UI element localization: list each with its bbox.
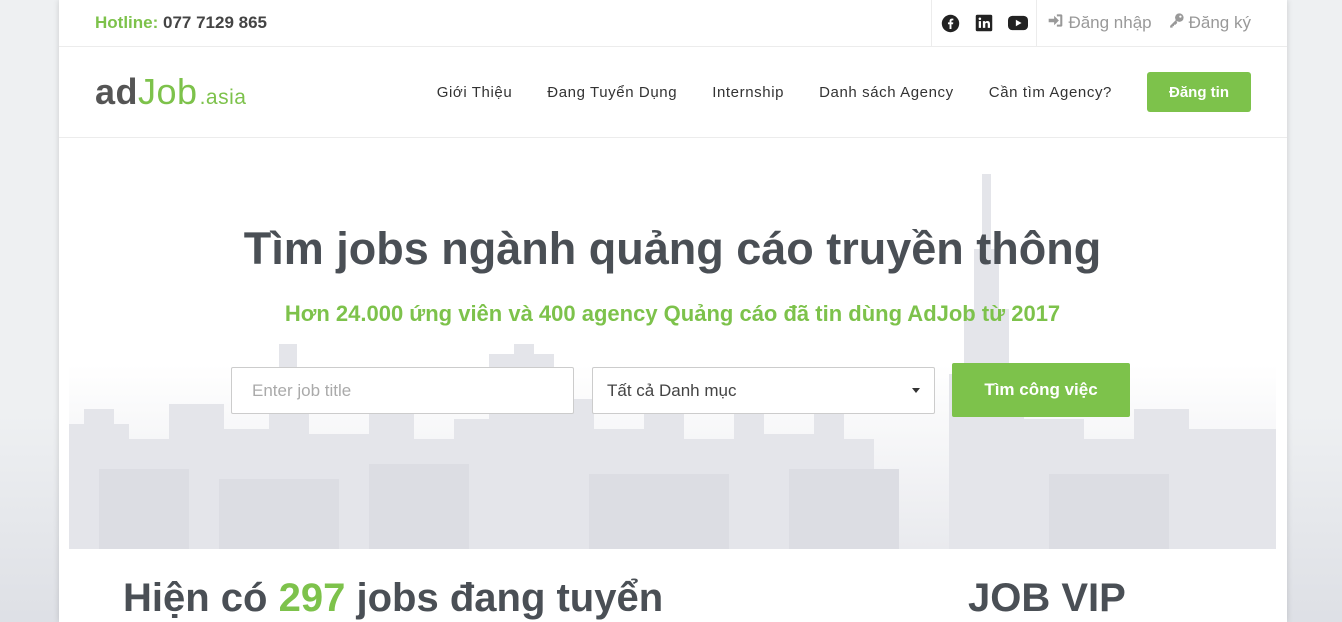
job-vip-heading: JOB VIP bbox=[968, 576, 1126, 620]
register-label: Đăng ký bbox=[1188, 13, 1251, 32]
nav-item-gioi-thieu[interactable]: Giới Thiệu bbox=[437, 84, 513, 101]
chevron-down-icon bbox=[912, 388, 920, 393]
hero-title: Tìm jobs ngành quảng cáo truyền thông bbox=[243, 223, 1102, 274]
hotline-number[interactable]: 077 7129 865 bbox=[163, 13, 267, 32]
nav-item-internship[interactable]: Internship bbox=[712, 84, 784, 101]
logo-text-asia: .asia bbox=[199, 86, 247, 109]
page-container: Hotline: 077 7129 865 Đăng nhập Đăng ký … bbox=[59, 0, 1287, 622]
register-link[interactable]: Đăng ký bbox=[1168, 12, 1251, 34]
job-title-input[interactable] bbox=[231, 367, 574, 414]
login-link[interactable]: Đăng nhập bbox=[1047, 13, 1152, 33]
post-job-button[interactable]: Đăng tin bbox=[1147, 72, 1251, 112]
logo-text-job: Job bbox=[138, 71, 198, 112]
city-skyline-image bbox=[69, 139, 1276, 549]
nav-item-danh-sach-agency[interactable]: Danh sách Agency bbox=[819, 84, 954, 101]
hotline: Hotline: 077 7129 865 bbox=[95, 13, 267, 33]
nav-item-can-tim-agency[interactable]: Cần tìm Agency? bbox=[989, 84, 1112, 101]
hero-section: Tìm jobs ngành quảng cáo truyền thông Hơ… bbox=[69, 139, 1276, 549]
main-nav-bar: ad Job .asia Giới Thiệu Đang Tuyển Dụng … bbox=[59, 47, 1287, 138]
login-label: Đăng nhập bbox=[1068, 13, 1152, 32]
top-bar: Hotline: 077 7129 865 Đăng nhập Đăng ký bbox=[59, 0, 1287, 47]
jobs-count-heading: Hiện có 297 jobs đang tuyển bbox=[123, 576, 663, 621]
jobs-heading-prefix: Hiện có bbox=[123, 576, 268, 620]
linkedin-icon[interactable] bbox=[974, 13, 994, 33]
facebook-icon[interactable] bbox=[940, 13, 960, 33]
youtube-icon[interactable] bbox=[1008, 13, 1029, 33]
main-nav: Giới Thiệu Đang Tuyển Dụng Internship Da… bbox=[402, 72, 1251, 112]
hotline-label: Hotline: bbox=[95, 13, 159, 32]
top-bar-right: Đăng nhập Đăng ký bbox=[931, 0, 1251, 46]
category-select[interactable]: Tất cả Danh mục bbox=[592, 367, 935, 414]
search-jobs-button[interactable]: Tìm công việc bbox=[952, 363, 1130, 417]
jobs-heading-suffix: jobs đang tuyển bbox=[356, 576, 664, 620]
jobs-count: 297 bbox=[278, 576, 346, 620]
site-logo[interactable]: ad Job .asia bbox=[95, 71, 246, 113]
logo-text-ad: ad bbox=[95, 71, 139, 112]
job-search-form: Tất cả Danh mục Tìm công việc bbox=[231, 363, 1130, 417]
auth-links: Đăng nhập Đăng ký bbox=[1047, 12, 1251, 34]
nav-item-dang-tuyen-dung[interactable]: Đang Tuyển Dụng bbox=[547, 84, 677, 101]
social-links bbox=[931, 0, 1038, 46]
category-select-value: Tất cả Danh mục bbox=[607, 380, 737, 400]
hero-subtitle: Hơn 24.000 ứng viên và 400 agency Quảng … bbox=[284, 301, 1061, 326]
sign-in-icon bbox=[1047, 13, 1064, 33]
key-icon bbox=[1168, 12, 1185, 34]
